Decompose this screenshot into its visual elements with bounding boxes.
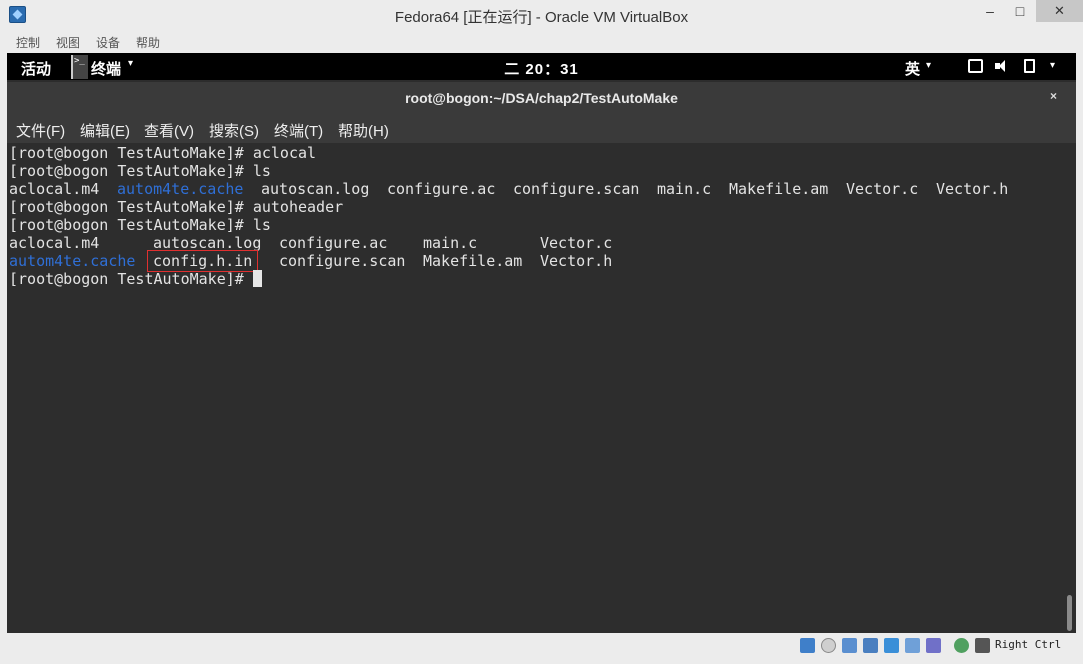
- maximize-button[interactable]: □: [1005, 0, 1035, 22]
- terminal-output[interactable]: [root@bogon TestAutoMake]# aclocal [root…: [7, 143, 1064, 633]
- close-button[interactable]: ✕: [1036, 0, 1083, 22]
- prompt: [root@bogon TestAutoMake]#: [9, 144, 253, 162]
- menu-file[interactable]: 文件(F): [16, 120, 65, 141]
- display-icon[interactable]: [905, 638, 920, 653]
- prompt: [root@bogon TestAutoMake]#: [9, 270, 253, 288]
- file-entry: Vector.h: [936, 180, 1009, 198]
- scrollbar-thumb[interactable]: [1067, 595, 1072, 631]
- terminal-line: [root@bogon TestAutoMake]# ls: [9, 162, 271, 180]
- menu-terminal[interactable]: 终端(T): [274, 120, 323, 141]
- host-key-label: Right Ctrl: [995, 638, 1062, 651]
- terminal-scrollbar[interactable]: [1064, 143, 1076, 633]
- terminal-line: [root@bogon TestAutoMake]# autoheader: [9, 198, 343, 216]
- hard-disk-icon[interactable]: [800, 638, 815, 653]
- video-capture-icon[interactable]: [926, 638, 941, 653]
- prompt: [root@bogon TestAutoMake]#: [9, 216, 253, 234]
- menu-search[interactable]: 搜索(S): [209, 120, 259, 141]
- network-icon[interactable]: [863, 638, 878, 653]
- host-window-title: Fedora64 [正在运行] - Oracle VM VirtualBox: [394, 9, 689, 26]
- menu-edit[interactable]: 编辑(E): [80, 120, 130, 141]
- minimize-button[interactable]: –: [975, 0, 1005, 22]
- file-entry: configure.scan: [513, 180, 640, 198]
- file-entry: configure.ac: [279, 234, 388, 252]
- guest-additions-icon[interactable]: [954, 638, 969, 653]
- menu-view[interactable]: 视图: [56, 34, 80, 51]
- menu-devices[interactable]: 设备: [96, 34, 120, 51]
- ls-output-row: autom4te.cache config.h.in configure.sca…: [9, 250, 1059, 272]
- file-entry: configure.scan: [279, 252, 406, 270]
- guest-display[interactable]: 活动 >_ 终端 ▾ 二 20：31 英 ▾ ▾ root@bogon:~/DS…: [7, 53, 1076, 633]
- menu-view[interactable]: 查看(V): [144, 120, 194, 141]
- chevron-down-icon: ▾: [926, 60, 932, 71]
- prompt: [root@bogon TestAutoMake]#: [9, 162, 253, 180]
- file-entry: configure.ac: [387, 180, 496, 198]
- usb-icon[interactable]: [842, 638, 857, 653]
- host-statusbar: Right Ctrl: [0, 634, 1083, 664]
- prompt: [root@bogon TestAutoMake]#: [9, 198, 253, 216]
- command: autoheader: [252, 198, 344, 216]
- menu-help[interactable]: 帮助: [136, 34, 160, 51]
- file-entry: Makefile.am: [423, 252, 523, 270]
- terminal-line: [root@bogon TestAutoMake]# ls: [9, 216, 271, 234]
- file-entry: Vector.h: [540, 252, 613, 270]
- input-method-indicator[interactable]: 英: [905, 58, 920, 79]
- terminal-titlebar[interactable]: root@bogon:~/DSA/chap2/TestAutoMake ×: [7, 82, 1076, 114]
- command: ls: [252, 162, 271, 180]
- display-icon[interactable]: [968, 59, 983, 73]
- menu-help[interactable]: 帮助(H): [338, 120, 389, 141]
- host-titlebar: Fedora64 [正在运行] - Oracle VM VirtualBox –…: [0, 0, 1083, 30]
- file-entry: aclocal.m4: [9, 234, 100, 252]
- file-entry: main.c: [423, 234, 478, 252]
- file-entry: Vector.c: [846, 180, 919, 198]
- shared-folders-icon[interactable]: [884, 638, 899, 653]
- host-menubar: 控制 视图 设备 帮助: [0, 30, 1083, 52]
- command: aclocal: [252, 144, 317, 162]
- text-cursor: [252, 270, 262, 287]
- battery-icon[interactable]: [1024, 59, 1035, 73]
- terminal-input-line[interactable]: [root@bogon TestAutoMake]#: [9, 270, 262, 288]
- file-entry: autoscan.log: [153, 234, 262, 252]
- ls-output-row: aclocal.m4 autoscan.log configure.ac mai…: [9, 234, 1059, 252]
- file-entry: Vector.c: [540, 234, 613, 252]
- optical-drive-icon[interactable]: [821, 638, 836, 653]
- terminal-close-button[interactable]: ×: [1050, 89, 1057, 103]
- directory-entry: autom4te.cache: [9, 252, 136, 270]
- command: ls: [252, 216, 271, 234]
- file-entry: autoscan.log: [261, 180, 370, 198]
- file-entry: aclocal.m4: [9, 180, 100, 198]
- file-entry: main.c: [657, 180, 712, 198]
- terminal-line: [root@bogon TestAutoMake]# aclocal: [9, 144, 316, 162]
- terminal-window-title: root@bogon:~/DSA/chap2/TestAutoMake: [405, 90, 678, 106]
- terminal-menubar: 文件(F) 编辑(E) 查看(V) 搜索(S) 终端(T) 帮助(H): [7, 114, 1076, 143]
- highlighted-file-entry: config.h.in: [146, 250, 259, 272]
- volume-icon[interactable]: [995, 59, 1010, 73]
- directory-entry: autom4te.cache: [117, 180, 244, 198]
- chevron-down-icon[interactable]: ▾: [1050, 60, 1055, 71]
- file-entry: Makefile.am: [729, 180, 829, 198]
- mouse-integration-icon[interactable]: [975, 638, 990, 653]
- menu-control[interactable]: 控制: [16, 34, 40, 51]
- ls-output-row: aclocal.m4 autom4te.cache autoscan.log c…: [9, 180, 1059, 198]
- gnome-top-bar: 活动 >_ 终端 ▾ 二 20：31 英 ▾ ▾: [7, 53, 1076, 80]
